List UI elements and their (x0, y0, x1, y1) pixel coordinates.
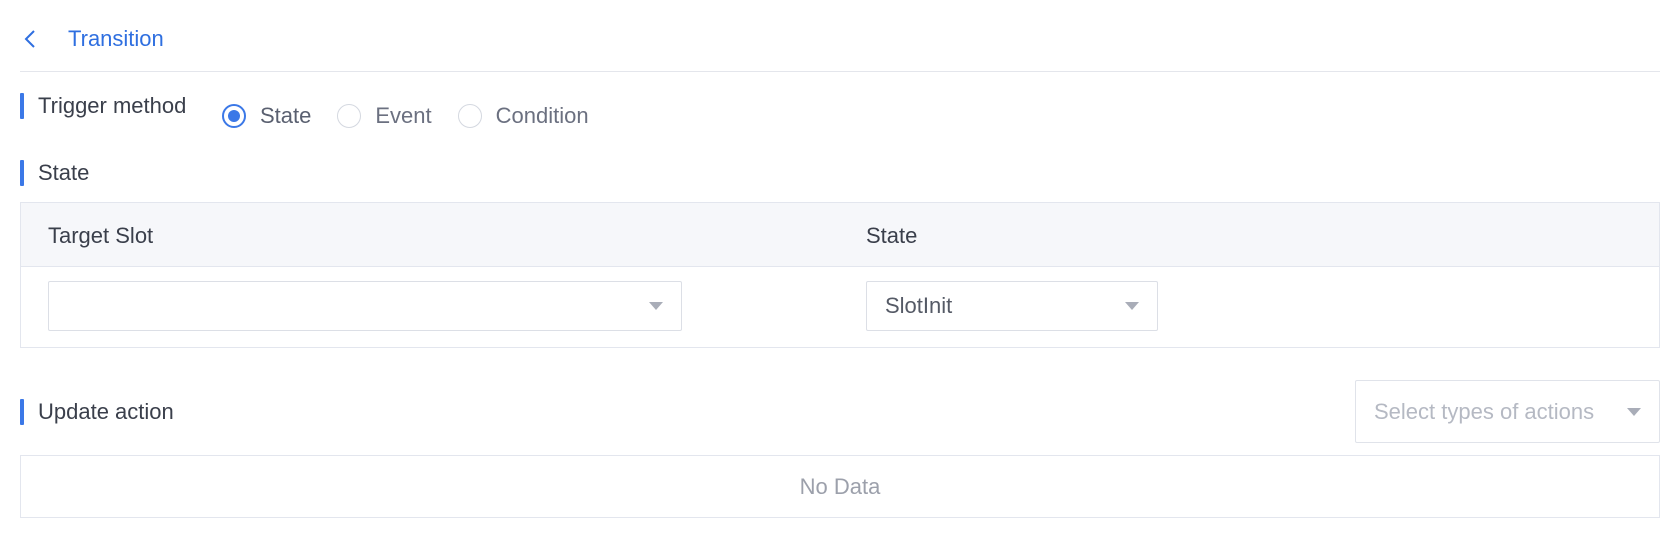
radio-label-condition[interactable]: Condition (496, 103, 589, 129)
section-bar (20, 160, 24, 186)
trigger-method-label: Trigger method (38, 93, 187, 118)
update-action-title: Update action (20, 399, 174, 425)
radio-unchecked-icon[interactable] (337, 104, 362, 128)
state-value: SlotInit (885, 293, 953, 318)
trigger-method-radio-group: State Event Condition (222, 101, 615, 131)
section-bar (20, 93, 24, 119)
radio-label-event[interactable]: Event (375, 103, 431, 129)
caret-down-icon (1125, 302, 1139, 310)
state-section-title: State (20, 160, 89, 186)
chevron-left-icon[interactable] (20, 28, 42, 50)
state-select[interactable]: SlotInit (866, 281, 1158, 331)
column-header-state: State (866, 223, 918, 248)
action-type-placeholder: Select types of actions (1374, 398, 1595, 424)
radio-label-state[interactable]: State (260, 103, 311, 129)
state-table: Target Slot State SlotInit (20, 202, 1660, 348)
table-header: Target Slot State (21, 203, 1659, 267)
caret-down-icon (649, 302, 663, 310)
radio-condition[interactable]: Condition (457, 103, 589, 129)
radio-checked-icon[interactable] (222, 104, 246, 128)
section-bar (20, 399, 24, 425)
page-header: Transition (20, 14, 1660, 72)
no-data-text: No Data (799, 473, 881, 499)
radio-state[interactable]: State (222, 103, 311, 129)
update-action-label: Update action (38, 399, 174, 424)
radio-event[interactable]: Event (337, 103, 432, 129)
action-list-empty: No Data (20, 455, 1660, 518)
column-header-target-slot: Target Slot (48, 223, 154, 248)
caret-down-icon (1627, 407, 1641, 416)
transition-page: Transition Trigger method State Event Co… (0, 0, 1680, 540)
table-row: SlotInit (21, 267, 1659, 347)
state-section-label: State (38, 160, 90, 185)
trigger-method-title: Trigger method (20, 93, 186, 119)
back-button[interactable]: Transition (20, 26, 164, 52)
target-slot-select[interactable] (48, 281, 682, 331)
page-title[interactable]: Transition (68, 26, 164, 52)
action-type-select[interactable]: Select types of actions (1355, 380, 1660, 443)
radio-unchecked-icon[interactable] (457, 104, 482, 128)
